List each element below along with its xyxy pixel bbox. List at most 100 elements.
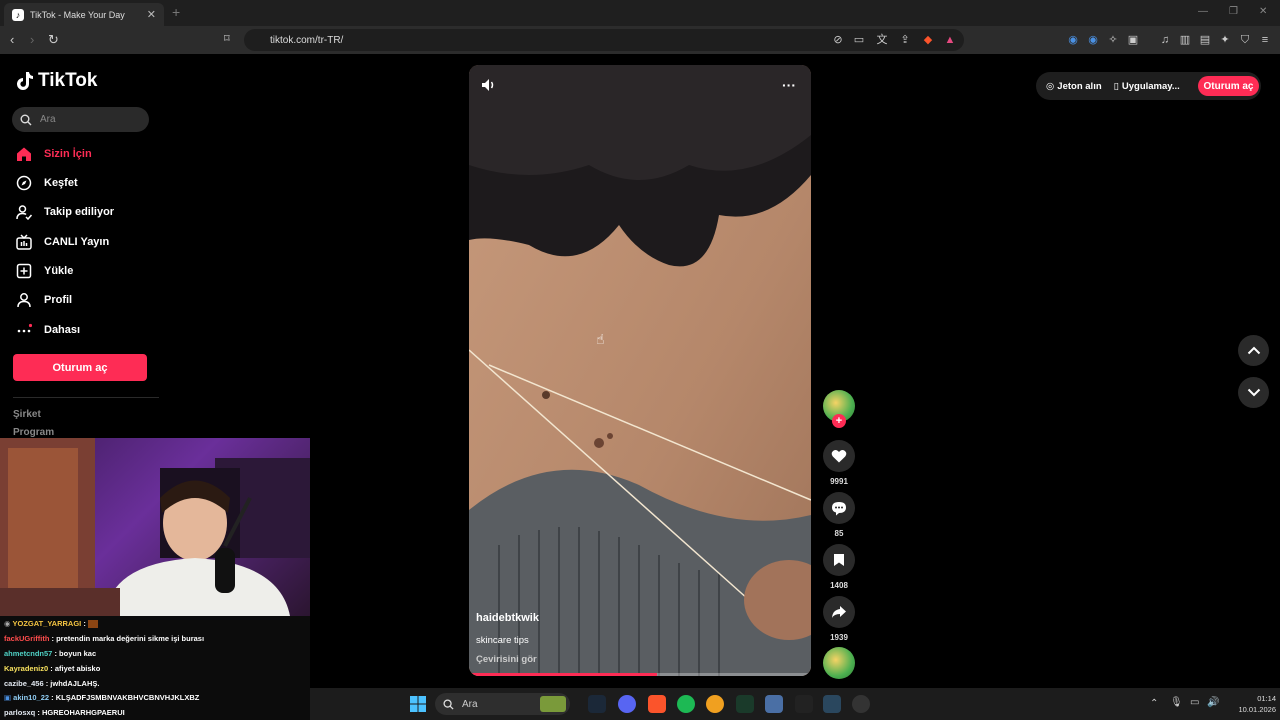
app-icon-dark[interactable] (795, 695, 813, 713)
taskbar-search-label: Ara (462, 698, 478, 710)
chat-username: ahmetcndn57 (4, 649, 53, 658)
sidebar-item-live[interactable]: CANLI Yayın (16, 232, 109, 252)
window-close-icon[interactable]: ✕ (1259, 6, 1267, 17)
sidebar-item-label: Profil (44, 294, 73, 306)
chat-message: Kayradeniz0 : afiyet abisko (4, 664, 101, 673)
tiktok-logo[interactable]: TikTok (16, 70, 97, 92)
sidebar-item-for-you[interactable]: Sizin İçin (16, 144, 92, 164)
brave-shield-icon[interactable]: ◆ (922, 34, 934, 46)
video-progress-bar[interactable] (469, 673, 811, 676)
video-frame-image (469, 65, 811, 676)
get-app-button[interactable]: ▯ Uygulamay... (1108, 81, 1186, 92)
chat-message: cazibe_456 : jwhdAJLAHŞ. (4, 679, 100, 688)
share-icon[interactable]: ⇪ (899, 34, 911, 46)
webcam-overlay (0, 438, 310, 616)
app-icon-terminal[interactable] (736, 695, 754, 713)
vpn-shield-icon[interactable]: ⛉ (1239, 34, 1251, 46)
translate-icon[interactable]: 文 (876, 34, 888, 46)
logo-text: TikTok (38, 70, 98, 91)
footer-link-company[interactable]: Şirket (13, 409, 41, 420)
sidebar-item-following[interactable]: Takip ediliyor (16, 202, 114, 222)
speaker-icon[interactable]: 🔊 (1207, 697, 1219, 708)
chat-badge-icon: ◉ (4, 619, 13, 628)
like-button[interactable] (823, 440, 855, 472)
search-highlight-icon (540, 696, 566, 712)
chat-username: cazibe_456 (4, 679, 44, 688)
sound-avatar[interactable] (823, 647, 855, 679)
sidebar-toggle-icon[interactable]: ▥ (1179, 34, 1191, 46)
app-icon-orange[interactable] (706, 695, 724, 713)
volume-icon[interactable] (481, 78, 497, 97)
follow-plus-icon[interactable]: + (832, 414, 846, 428)
brave-rewards-icon[interactable]: ▲ (944, 34, 956, 46)
taskbar-search[interactable]: Ara (435, 693, 570, 715)
tab-title: TikTok - Make Your Day (30, 9, 125, 20)
home-icon (16, 146, 32, 162)
sidebar-item-explore[interactable]: Keşfet (16, 173, 78, 193)
comment-icon (832, 501, 846, 515)
steam-icon[interactable] (588, 695, 606, 713)
sidebar-divider (13, 397, 159, 398)
browser-tab-bar: ♪ TikTok - Make Your Day ✕ + — ❐ ✕ (0, 0, 1280, 26)
bookmark-icon (834, 554, 844, 566)
more-icon (16, 322, 32, 338)
share-button[interactable] (823, 596, 855, 628)
sidebar-item-more[interactable]: Dahası (16, 320, 80, 340)
microphone-icon[interactable]: 🎙 (1170, 697, 1183, 708)
obs-icon[interactable] (852, 695, 870, 713)
tray-chevron-up-icon[interactable]: ⌃ (1150, 698, 1158, 709)
restore-icon[interactable]: ❐ (1229, 6, 1238, 17)
chat-message: ◉ YOZGAT_YARRAGI : (4, 619, 98, 629)
next-video-button[interactable] (1238, 377, 1269, 408)
wallet-icon[interactable]: ▤ (1199, 34, 1211, 46)
sidebar-item-upload[interactable]: Yükle (16, 261, 73, 281)
sidebar-item-label: CANLI Yayın (44, 236, 110, 248)
search-input[interactable]: Ara (12, 107, 149, 132)
media-off-icon[interactable]: ⊘ (832, 34, 844, 46)
share-arrow-icon (832, 606, 846, 618)
screenshot-icon[interactable]: ▣ (1127, 34, 1139, 46)
chat-text: HGREOHARHGPAERUI (41, 708, 125, 717)
extension-1-icon[interactable]: ◉ (1067, 34, 1079, 46)
sidebar-item-label: Keşfet (44, 177, 78, 189)
previous-video-button[interactable] (1238, 335, 1269, 366)
browser-tab[interactable]: ♪ TikTok - Make Your Day ✕ (4, 3, 164, 26)
leo-ai-icon[interactable]: ✦ (1219, 34, 1231, 46)
video-progress-fill (469, 673, 658, 676)
steam-icon-2[interactable] (823, 695, 841, 713)
video-player[interactable]: ··· ☝ haidebtkwik skincare tips Çevirisi… (469, 65, 811, 676)
reload-icon[interactable]: ↻ (48, 32, 59, 48)
minimize-icon[interactable]: — (1198, 6, 1208, 17)
tab-close-icon[interactable]: ✕ (147, 8, 156, 21)
get-coins-button[interactable]: ◎ Jeton alın (1040, 81, 1108, 92)
chat-username: Kayradeniz0 (4, 664, 49, 673)
forward-icon[interactable]: › (30, 32, 34, 47)
sidebar-login-button[interactable]: Oturum aç (13, 354, 147, 381)
cast-icon[interactable]: ▭ (853, 34, 865, 46)
brave-icon[interactable] (648, 695, 666, 713)
bookmark-icon[interactable]: ⌑ (224, 32, 230, 45)
get-app-label: Uygulamay... (1121, 80, 1180, 92)
menu-icon[interactable]: ≡ (1259, 34, 1271, 46)
media-icon[interactable]: ♫ (1159, 34, 1171, 46)
back-icon[interactable]: ‹ (10, 32, 14, 47)
video-author[interactable]: haidebtkwik (476, 612, 539, 624)
network-icon[interactable]: ▭ (1190, 697, 1199, 708)
spotify-icon[interactable] (677, 695, 695, 713)
search-icon (443, 698, 454, 710)
comment-button[interactable] (823, 492, 855, 524)
more-options-icon[interactable]: ··· (782, 77, 796, 93)
extension-2-icon[interactable]: ◉ (1087, 34, 1099, 46)
taskbar-clock[interactable]: 01:14 10.01.2026 (1224, 693, 1276, 715)
sidebar-item-profile[interactable]: Profil (16, 290, 72, 310)
save-button[interactable] (823, 544, 855, 576)
windows-start-icon[interactable] (410, 696, 426, 717)
extensions-icon[interactable]: ✧ (1107, 34, 1119, 46)
top-login-button[interactable]: Oturum aç (1198, 76, 1259, 96)
app-icon-network[interactable] (765, 695, 783, 713)
discord-icon[interactable] (618, 695, 636, 713)
footer-link-program[interactable]: Program (13, 427, 54, 438)
new-tab-button[interactable]: + (172, 4, 180, 20)
chat-text: jwhdAJLAHŞ. (50, 679, 100, 688)
see-translation-link[interactable]: Çevirisini gör (476, 654, 537, 665)
